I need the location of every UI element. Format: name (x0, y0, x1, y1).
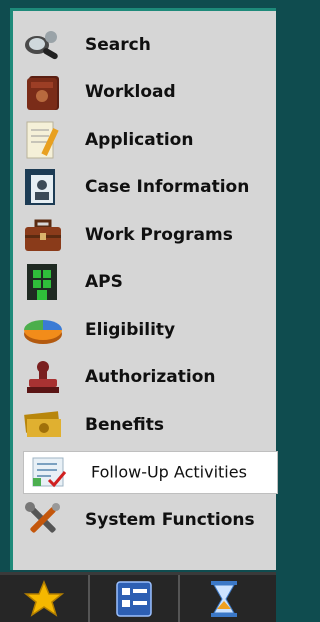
menu-item-authorization[interactable]: Authorization (13, 354, 276, 402)
briefcase-icon (21, 215, 65, 255)
menu-item-workload[interactable]: Workload (13, 69, 276, 117)
menu-item-label: Work Programs (85, 224, 233, 245)
list-view-tab[interactable] (90, 575, 180, 622)
menu-item-label: Authorization (85, 367, 216, 388)
menu-item-case-information[interactable]: Case Information (13, 164, 276, 212)
menu-item-benefits[interactable]: Benefits (13, 401, 276, 449)
search-icon (21, 25, 65, 65)
menu-item-label: Case Information (85, 177, 250, 198)
tools-icon (21, 500, 65, 540)
navigation-panel: Search Workload Application Case Informa… (10, 8, 278, 570)
menu-item-label: Follow-Up Activities (91, 462, 247, 482)
menu-item-label: Eligibility (85, 319, 176, 340)
menu-item-label: Benefits (85, 414, 164, 435)
menu-item-label: Application (85, 129, 194, 150)
main-menu: Search Workload Application Case Informa… (13, 21, 278, 544)
history-tab[interactable] (180, 575, 268, 622)
bottom-toolbar (0, 572, 276, 622)
favorites-tab[interactable] (0, 575, 90, 622)
money-icon (21, 405, 65, 445)
menu-item-work-programs[interactable]: Work Programs (13, 211, 276, 259)
book-icon (21, 72, 65, 112)
stamp-icon (21, 357, 65, 397)
menu-item-eligibility[interactable]: Eligibility (13, 306, 276, 354)
menu-item-aps[interactable]: APS (13, 259, 276, 307)
menu-item-label: System Functions (85, 509, 255, 530)
pie-chart-icon (21, 310, 65, 350)
checklist-icon (27, 452, 71, 492)
menu-item-system-functions[interactable]: System Functions (13, 496, 276, 544)
hourglass-icon (211, 580, 237, 617)
building-icon (21, 262, 65, 302)
menu-item-application[interactable]: Application (13, 116, 276, 164)
menu-item-follow-up-activities[interactable]: Follow-Up Activities (13, 449, 278, 497)
menu-item-search[interactable]: Search (13, 21, 276, 69)
menu-item-label: Search (85, 34, 151, 55)
star-icon (23, 579, 65, 617)
menu-item-label: Workload (85, 82, 176, 103)
menu-item-label: APS (85, 272, 123, 293)
document-pencil-icon (21, 120, 65, 160)
id-card-icon (21, 167, 65, 207)
list-icon (116, 580, 152, 617)
